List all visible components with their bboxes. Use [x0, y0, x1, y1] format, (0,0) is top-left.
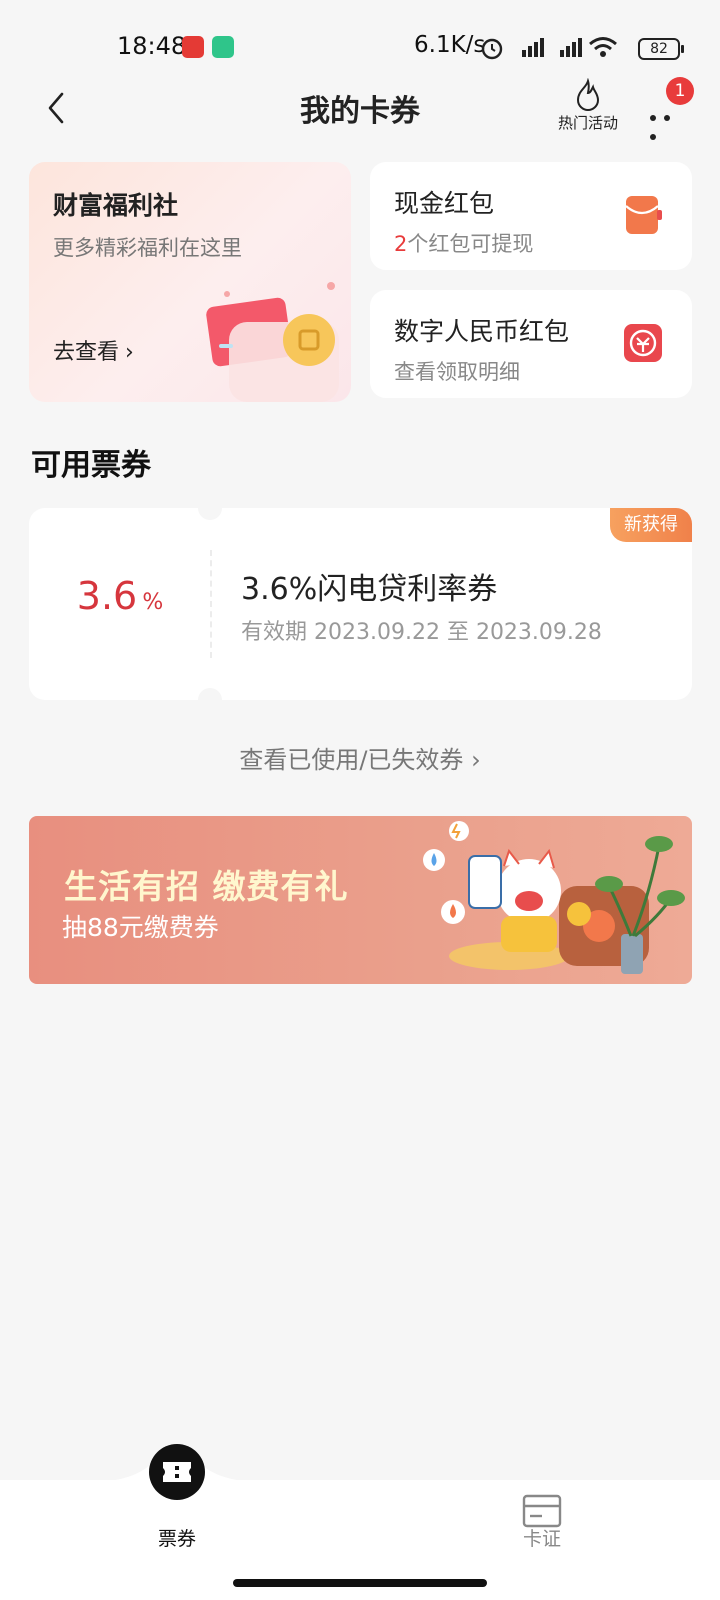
tab-tickets[interactable]: 票券 [77, 1444, 277, 1580]
signal-hd-icon-1 [522, 38, 544, 57]
nav-bump-decoration [80, 1454, 272, 1483]
digital-rmb-icon [624, 324, 662, 362]
new-badge: 新获得 [610, 508, 692, 542]
gift-illustration [206, 282, 339, 402]
cash-subtitle-text: 个红包可提现 [407, 232, 534, 256]
welfare-view-link[interactable]: 去查看 › [53, 334, 134, 366]
red-envelope-icon [625, 196, 662, 234]
notification-app-icon [182, 36, 204, 58]
wealth-welfare-card[interactable]: 财富福利社 更多精彩福利在这里 去查看 › [29, 162, 351, 402]
shield-app-icon [212, 36, 234, 58]
coupon-notch-bottom [198, 688, 222, 712]
banner-subtitle: 抽88元缴费券 [62, 913, 219, 942]
notification-badge: 1 [666, 77, 694, 105]
ticket-icon [149, 1444, 205, 1500]
cash-red-packet-card[interactable]: 现金红包 2个红包可提现 [370, 162, 692, 270]
wifi-icon [589, 37, 617, 57]
welfare-link-label: 去查看 [53, 340, 120, 365]
coupon-validity: 有效期 2023.09.22 至 2023.09.28 [241, 620, 602, 645]
home-indicator[interactable] [233, 1579, 487, 1587]
tab-tickets-label: 票券 [157, 1528, 196, 1550]
digital-card-title: 数字人民币红包 [394, 317, 570, 346]
hot-activity-label: 热门活动 [557, 114, 618, 132]
more-dots-icon [650, 106, 690, 144]
coupon-value: 3.6 % [29, 574, 211, 618]
battery-icon: 82 [638, 38, 684, 60]
status-bar: 18:48 6.1K/s 82 [0, 0, 720, 80]
flame-icon [576, 78, 600, 112]
view-used-expired-link[interactable]: 查看已使用/已失效券 › [0, 740, 720, 775]
coupon-card[interactable]: 3.6 % 3.6%闪电贷利率券 有效期 2023.09.22 至 2023.0… [29, 496, 692, 712]
status-time: 18:48 [117, 32, 187, 60]
coupon-divider [210, 550, 212, 658]
alarm-icon [481, 38, 503, 60]
lucky-cat-illustration [423, 821, 685, 974]
tab-cards[interactable]: 卡证 [442, 1480, 642, 1580]
available-coupons-heading: 可用票券 [31, 448, 151, 483]
tab-cards-label: 卡证 [522, 1528, 561, 1550]
coupon-value-number: 3.6 [76, 574, 138, 618]
welfare-subtitle: 更多精彩福利在这里 [53, 236, 242, 260]
cash-count: 2 [394, 232, 408, 256]
network-speed: 6.1K/s [414, 32, 486, 58]
view-used-label: 查看已使用/已失效券 [239, 746, 464, 774]
coupon-notch-top [198, 496, 222, 520]
chevron-right-icon: › [125, 340, 134, 365]
digital-rmb-red-packet-card[interactable]: 数字人民币红包 查看领取明细 [370, 290, 692, 398]
cash-card-title: 现金红包 [394, 189, 495, 218]
welfare-title: 财富福利社 [53, 191, 179, 220]
hot-activity-button[interactable]: 热门活动 [548, 78, 628, 134]
coupon-name: 3.6%闪电贷利率券 [241, 572, 498, 607]
coupon-value-unit: % [142, 590, 164, 615]
banner-title: 生活有招 缴费有礼 [64, 867, 349, 906]
signal-hd-icon-2 [560, 38, 582, 57]
chevron-right-icon: › [471, 746, 481, 774]
bill-payment-promo-banner[interactable]: 生活有招 缴费有礼 抽88元缴费券 [29, 816, 692, 984]
cash-card-subtitle: 2个红包可提现 [394, 228, 533, 258]
digital-card-subtitle: 查看领取明细 [394, 360, 520, 384]
